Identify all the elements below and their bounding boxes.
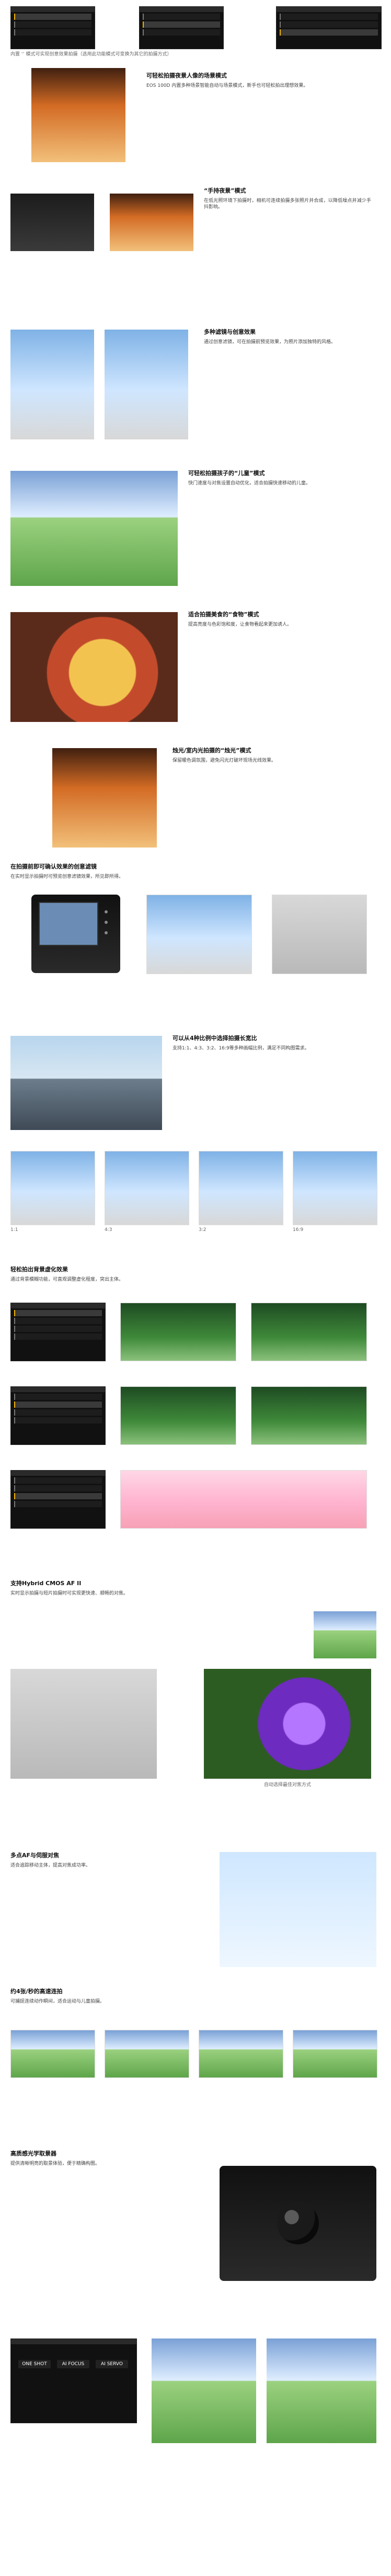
camera-menu-screenshot	[10, 6, 95, 49]
aspect-sample	[199, 1151, 283, 1225]
photo	[204, 1669, 371, 1779]
photo	[31, 68, 125, 162]
section-body: 快门速度与对焦设置自动优化，适合拍摄快速移动的儿童。	[188, 481, 311, 486]
camera-menu-screenshot	[139, 6, 224, 49]
section-bg-blur: 轻松拍出背景虚化效果 通过背景模糊功能，可直观调整虚化程度，突出主体。	[0, 1261, 391, 1575]
aspect-label: 3:2	[199, 1227, 206, 1233]
burst-frame	[10, 2030, 95, 2078]
top-caption: 内置 ‘‘ 模式可实现创意效果拍摄（选用此功能模式可变换为其它的拍摄方式）	[10, 52, 172, 57]
section-multipoint-af: 多点AF与伺服对焦 适合追踪移动主体，提高对焦成功率。	[0, 1847, 391, 1983]
camera-menu-screenshot	[10, 1470, 106, 1529]
section-hybrid-af: 支持Hybrid CMOS AF II 实时显示拍摄与短片拍摄时可实现更快速、顺…	[0, 1575, 391, 1847]
af-mode-one-shot[interactable]: ONE SHOT	[18, 2360, 51, 2368]
camera-menu-screenshot	[10, 1303, 106, 1361]
camera-back	[31, 895, 120, 973]
section-title: 烛光/室内光拍摄的“烛光”模式	[172, 747, 251, 754]
camera-menu-screenshot	[10, 1386, 106, 1445]
aspect-label: 1:1	[10, 1227, 18, 1233]
af-menu: ONE SHOT AI FOCUS AI SERVO	[10, 2338, 137, 2423]
section-title: 轻松拍出背景虚化效果	[10, 1266, 68, 1273]
control-dot	[105, 921, 108, 924]
burst-frame	[199, 2030, 283, 2078]
section-body: 通过创意滤镜，可在拍摄前预览效果，为照片添加独特的风格。	[204, 340, 336, 345]
blur-sample	[251, 1303, 367, 1361]
section-title: 高质感光学取景器	[10, 2150, 56, 2157]
section-body: 实时显示拍摄与短片拍摄时可实现更快速、顺畅的对焦。	[10, 1591, 129, 1596]
section-title: “手持夜景”模式	[204, 187, 246, 194]
photo	[10, 1669, 157, 1779]
camera-menu-screenshot	[276, 6, 382, 49]
blur-sample	[251, 1386, 367, 1445]
sample-photo	[146, 895, 252, 974]
section-title: 适合拍摄美食的“食物”模式	[188, 611, 259, 618]
section-burst: 约4张/秒的高速连拍 可捕捉连续动作瞬间，适合运动与儿童拍摄。	[0, 1983, 391, 2145]
section-kids-mode: 可轻松拍摄孩子的“儿童”模式 快门速度与对焦设置自动优化，适合拍摄快速移动的儿童…	[0, 460, 391, 602]
section-filter-preview: 在拍摄前即可确认效果的创意滤镜 在实时显示拍摄时可预览创意滤镜效果，所见即所得。	[0, 858, 391, 1025]
photo	[10, 194, 94, 251]
control-dot	[105, 931, 108, 934]
sample-photo	[272, 895, 367, 974]
photo	[110, 194, 193, 251]
aspect-label: 4:3	[105, 1227, 112, 1233]
burst-frame	[293, 2030, 377, 2078]
section-title: 多种滤镜与创意效果	[204, 329, 256, 335]
photo	[10, 612, 178, 722]
section-body: 保留暖色调氛围，避免闪光灯破坏现场光线效果。	[172, 758, 277, 763]
caption: 自动选择最佳对焦方式	[263, 1782, 311, 1788]
blur-sample	[120, 1303, 236, 1361]
aspect-sample	[10, 1151, 95, 1225]
top-section: 内置 ‘‘ 模式可实现创意效果拍摄（选用此功能模式可变换为其它的拍摄方式）	[0, 0, 391, 63]
blur-sample	[120, 1470, 367, 1529]
photo	[10, 330, 94, 439]
photo	[314, 1611, 376, 1658]
photo	[105, 330, 188, 439]
section-title: 支持Hybrid CMOS AF II	[10, 1580, 82, 1587]
photo	[220, 1852, 376, 1967]
section-body: 通过背景模糊功能，可直观调整虚化程度，突出主体。	[10, 1277, 124, 1282]
blur-sample	[120, 1386, 236, 1445]
section-title: 可轻松拍摄孩子的“儿童”模式	[188, 470, 265, 477]
section-title: 约4张/秒的高速连拍	[10, 1988, 63, 1995]
af-mode-ai-focus[interactable]: AI FOCUS	[57, 2360, 89, 2368]
section-title: 可轻松拍摄夜景人像的场景模式	[146, 72, 227, 79]
lens	[277, 2202, 319, 2244]
section-candle-mode: 烛光/室内光拍摄的“烛光”模式 保留暖色调氛围，避免闪光灯破坏现场光线效果。	[0, 738, 391, 858]
section-aspect-ratio: 可以从4种比例中选择拍摄长宽比 支持1:1、4:3、3:2、16:9等多种画幅比…	[0, 1025, 391, 1261]
photo	[152, 2338, 256, 2443]
photo	[267, 2338, 376, 2443]
section-body: 可捕捉连续动作瞬间，适合运动与儿童拍摄。	[10, 1999, 105, 2004]
section-title: 在拍摄前即可确认效果的创意滤镜	[10, 863, 97, 870]
camera-screen	[39, 902, 98, 946]
section-handheld-night: “手持夜景”模式 在低光照环境下拍摄时，相机可连续拍摄多张照片并合成，以降低噪点…	[0, 178, 391, 319]
photo	[10, 1036, 162, 1130]
section-body: EOS 100D 内置多种场景智能自动与场景模式，新手也可轻松拍出理想效果。	[146, 83, 308, 88]
control-dot	[105, 910, 108, 913]
af-mode-ai-servo[interactable]: AI SERVO	[96, 2360, 128, 2368]
section-viewfinder: 高质感光学取景器 提供清晰明亮的取景体验，便于精确构图。	[0, 2145, 391, 2318]
aspect-sample	[105, 1151, 189, 1225]
section-body: 支持1:1、4:3、3:2、16:9等多种画幅比例，满足不同构图需求。	[172, 1046, 309, 1051]
section-title: 多点AF与伺服对焦	[10, 1852, 60, 1859]
section-body: 在实时显示拍摄时可预览创意滤镜效果，所见即所得。	[10, 874, 124, 879]
section-creative-effects: 多种滤镜与创意效果 通过创意滤镜，可在拍摄前预览效果，为照片添加独特的风格。	[0, 319, 391, 460]
section-body: 在低光照环境下拍摄时，相机可连续拍摄多张照片并合成，以降低噪点并减少手抖影响。	[204, 198, 371, 210]
aspect-label: 16:9	[293, 1227, 304, 1233]
aspect-sample	[293, 1151, 377, 1225]
section-body: 提供清晰明亮的取景体验，便于精确构图。	[10, 2161, 100, 2166]
photo	[52, 748, 157, 848]
burst-frame	[105, 2030, 189, 2078]
section-body: 适合追踪移动主体，提高对焦成功率。	[10, 1863, 91, 1868]
camera-photo	[220, 2166, 376, 2281]
section-af-menu: ONE SHOT AI FOCUS AI SERVO	[0, 2318, 391, 2576]
section-food-mode: 适合拍摄美食的“食物”模式 提高亮度与色彩饱和度，让食物看起来更加诱人。	[0, 602, 391, 738]
photo	[10, 471, 178, 586]
section-body: 提高亮度与色彩饱和度，让食物看起来更加诱人。	[188, 622, 292, 627]
section-title: 可以从4种比例中选择拍摄长宽比	[172, 1035, 257, 1042]
section-night-portrait: 可轻松拍摄夜景人像的场景模式 EOS 100D 内置多种场景智能自动与场景模式，…	[0, 63, 391, 178]
page: 内置 ‘‘ 模式可实现创意效果拍摄（选用此功能模式可变换为其它的拍摄方式） 可轻…	[0, 0, 391, 2576]
